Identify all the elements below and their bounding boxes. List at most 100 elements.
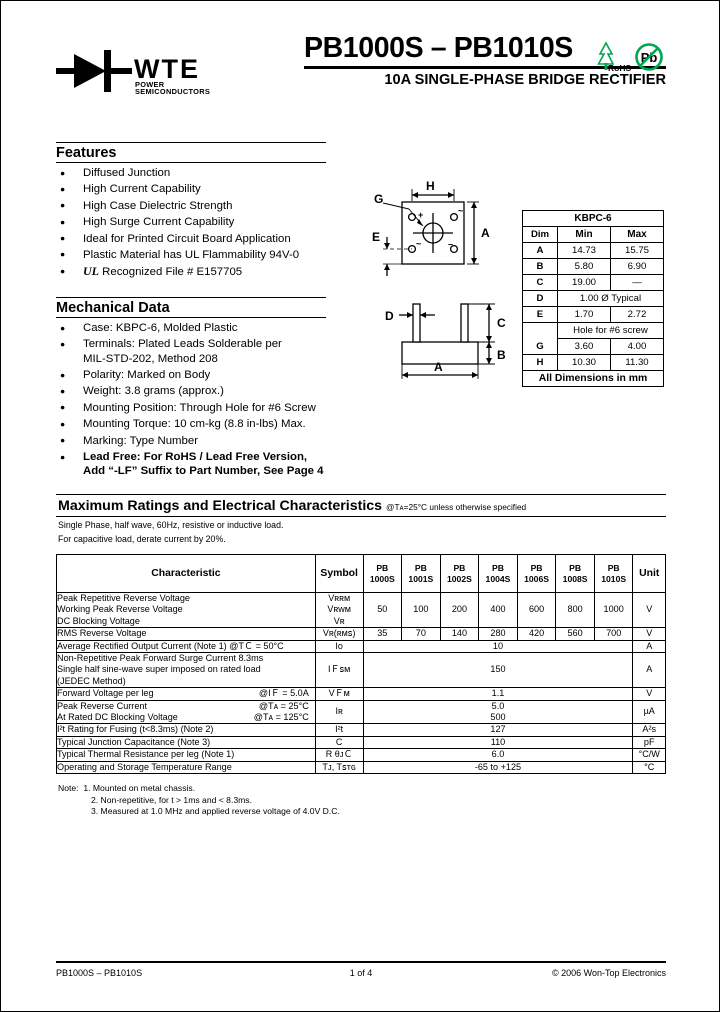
cell-value: 700 [593,627,634,641]
ratings-section: Maximum Ratings and Electrical Character… [56,494,666,817]
table-row: Operating and Storage Temperature Range … [56,760,666,775]
dim-min: 3.60 [557,338,611,355]
table-row: Peak Reverse Current @Tᴀ = 25°C At Rated… [56,699,666,725]
datasheet-page: WTE POWER SEMICONDUCTORS PB1000S – PB101… [0,0,720,1012]
list-item: Plastic Material has UL Flammability 94V… [56,247,326,262]
table-row: D 1.00 Ø Typical [522,290,664,307]
row-symbol-io: Iᴏ [314,639,364,654]
table-row: Forward Voltage per leg @IＦ = 5.0A VＦᴍ 1… [56,687,666,701]
kbpc6-outline-drawing: + ~ ~ – H A G E D C B A [372,179,506,379]
list-item: High Current Capability [56,182,326,197]
dim-max: 2.72 [610,306,664,323]
cell-value-span: 5.0 500 [362,699,634,725]
mechanical-list: Case: KBPC-6, Molded Plastic Terminals: … [56,320,326,479]
dim-min: 10.30 [557,354,611,371]
footnote-2: 2. Non-repetitive, for t > 1ms and < 8.3… [91,794,252,805]
cell-value: 100 [401,591,441,629]
table-row: Peak Repetitive Reverse Voltage Working … [56,591,666,629]
list-item: Diffused Junction [56,165,326,180]
row-symbol-i2t: I²t [314,723,364,737]
dim-min: 14.73 [557,242,611,259]
rohs-tree-icon [597,41,615,65]
title-block: PB1000S – PB1010S RoHS Pb 10A SINGLE-PH [304,33,666,89]
cell-value: 280 [478,627,518,641]
page-header: WTE POWER SEMICONDUCTORS PB1000S – PB101… [56,33,666,134]
electrical-characteristics-table: Characteristic Symbol PB 1000S PB 1001S PB… [56,554,666,775]
svg-text:~: ~ [416,239,421,249]
col-header-min: Min [557,226,611,243]
cell-value: 600 [516,591,557,629]
row-symbol-vfm: VＦᴍ [314,687,364,701]
row-symbol-vrrm: Vʀʀᴍ Vʀᴡᴍ Vʀ [314,591,364,629]
cell-unit: A²s [632,723,666,737]
list-item: Terminals: Plated Leads Solderable per [56,337,326,352]
package-name: KBPC-6 [522,210,664,227]
cell-value: 70 [401,627,441,641]
cell-unit: V [632,591,666,629]
table-row: C 19.00 — [522,274,664,291]
features-heading: Features [56,145,326,163]
col-header-pb1002s: PB 1002S [439,554,480,593]
dim-label-D: D [385,309,394,323]
ratings-heading: Maximum Ratings and Electrical Character… [56,495,666,516]
eco-icons: RoHS Pb [596,40,666,74]
cell-unit: V [632,687,666,701]
svg-text:RoHS: RoHS [608,63,631,73]
footnote-3: 3. Measured at 1.0 MHz and applied rever… [91,805,340,816]
dim-max: 4.00 [610,338,664,355]
table-header-row: Characteristic Symbol PB 1000S PB 1001S PB… [56,554,666,593]
cell-value: 50 [362,591,403,629]
row-symbol-rthjc: R θᴊＣ [314,748,364,762]
list-item-continuation: MIL-STD-202, Method 208 [83,352,218,365]
dim-label-A-side: A [434,360,443,374]
cell-value: 200 [439,591,480,629]
dim-min: 5.80 [557,258,611,275]
footer-part-range: PB1000S – PB1010S [56,968,143,978]
ratings-condition: @Tᴀ=25°C unless otherwise specified [386,502,527,512]
ratings-note-line-2: For capacitive load, derate current by 2… [58,534,226,544]
table-row: G 3.60 4.00 [522,338,664,355]
list-item: Ideal for Printed Circuit Board Applicat… [56,231,326,246]
col-header-pb1006s: PB 1006S [516,554,557,593]
col-header-max: Max [610,226,664,243]
col-header-symbol: Symbol [314,554,364,593]
dim-min: 19.00 [557,274,611,291]
logo-tagline: POWER SEMICONDUCTORS [135,80,211,97]
row-label-thermal-resistance: Typical Thermal Resistance per leg (Note… [56,748,316,762]
row-label-rms-reverse-voltage: RMS Reverse Voltage [56,627,316,641]
cell-unit: µA [632,699,666,725]
table-row: Hole for #6 screw [522,322,664,339]
dim-name: A [522,242,558,259]
row-label-temperature-range: Operating and Storage Temperature Range [56,760,316,775]
footnotes: Note: 1. Mounted on metal chassis. 2. No… [56,783,666,817]
cell-unit: V [632,627,666,641]
ratings-note-line-1: Single Phase, half wave, 60Hz, resistive… [58,520,284,530]
col-header-pb1008s: PB 1008S [555,554,595,593]
cell-unit: °C/W [632,748,666,762]
mechanical-top-rule [56,297,326,298]
list-item: High Case Dielectric Strength [56,198,326,213]
mechanical-data-section: Mechanical Data Case: KBPC-6, Molded Pla… [56,297,326,479]
col-header-pb1004s: PB 1004S [478,554,518,593]
row-label-average-output-current: Average Rectified Output Current (Note 1… [56,639,316,654]
list-item: Polarity: Marked on Body [56,368,326,383]
row-label-peak-reverse-current: Peak Reverse Current @Tᴀ = 25°C At Rated… [56,699,316,725]
row-symbol-tj-tstg: Tᴊ, Tꜱᴛɢ [314,760,364,775]
dim-label-A: A [481,226,490,240]
footnote-1: Note: 1. Mounted on metal chassis. [58,783,196,794]
dim-name: B [522,258,558,275]
table-row: Typical Junction Capacitance (Note 3) C … [56,735,666,750]
pb-free-icon: Pb [635,43,663,71]
svg-text:–: – [448,239,453,249]
dim-name: E [522,306,558,323]
col-header-pb1000s: PB 1000S [362,554,403,593]
table-row: Dim Min Max [522,226,664,243]
table-row: H 10.30 11.30 [522,354,664,371]
list-item: Marking: Type Number [56,433,326,448]
row-label-surge-current: Non-Repetitive Peak Forward Surge Curren… [56,652,316,689]
row-symbol-ir: Iʀ [314,699,364,725]
cell-unit: °C [632,760,666,775]
cell-value-span: 1.1 [362,687,634,701]
cell-value: 560 [555,627,595,641]
row-condition-125c: @Tᴀ = 125°C [253,712,309,723]
